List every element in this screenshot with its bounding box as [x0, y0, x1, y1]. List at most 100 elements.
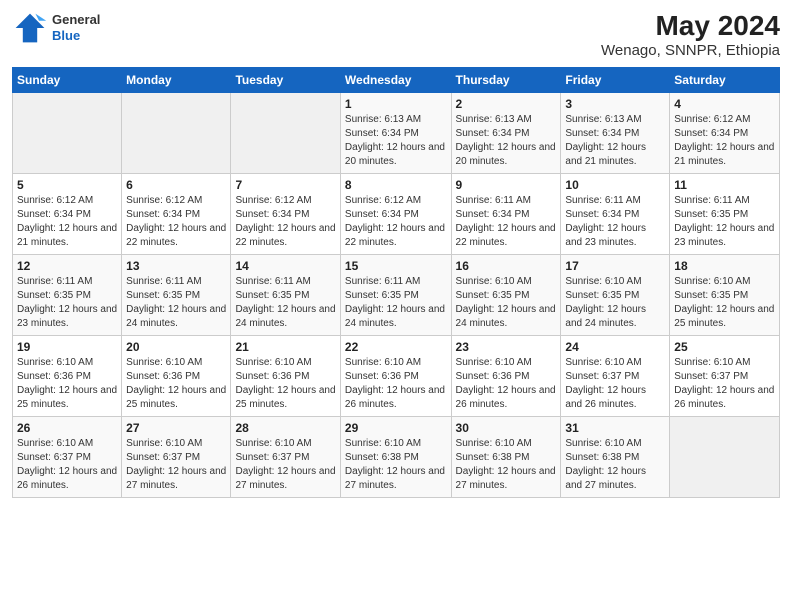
calendar-week-5: 26 Sunrise: 6:10 AMSunset: 6:37 PMDayligh…	[13, 417, 780, 498]
day-info: Sunrise: 6:10 AMSunset: 6:36 PMDaylight:…	[235, 356, 335, 412]
calendar-cell: 28 Sunrise: 6:10 AMSunset: 6:37 PMDayligh…	[231, 417, 340, 498]
day-number: 26	[17, 421, 117, 435]
day-number: 9	[456, 178, 557, 192]
calendar-table: SundayMondayTuesdayWednesdayThursdayFrid…	[12, 67, 780, 498]
day-number: 1	[345, 97, 447, 111]
calendar-cell: 12 Sunrise: 6:11 AMSunset: 6:35 PMDayligh…	[13, 255, 122, 336]
day-number: 4	[674, 97, 775, 111]
day-number: 30	[456, 421, 557, 435]
day-info: Sunrise: 6:12 AMSunset: 6:34 PMDaylight:…	[126, 194, 226, 250]
day-number: 16	[456, 259, 557, 273]
day-number: 27	[126, 421, 226, 435]
logo-icon	[12, 10, 48, 46]
calendar-cell: 16Sunrise: 6:10 AMSunset: 6:35 PMDayligh…	[451, 255, 561, 336]
calendar-cell: 25 Sunrise: 6:10 AMSunset: 6:37 PMDayligh…	[670, 336, 780, 417]
day-number: 31	[565, 421, 665, 435]
weekday-header-saturday: Saturday	[670, 68, 780, 93]
day-info: Sunrise: 6:11 AMSunset: 6:34 PMDaylight:…	[565, 194, 665, 250]
calendar-week-4: 19 Sunrise: 6:10 AMSunset: 6:36 PMDayligh…	[13, 336, 780, 417]
day-number: 15	[345, 259, 447, 273]
day-info: Sunrise: 6:10 AMSunset: 6:36 PMDaylight:…	[456, 356, 557, 412]
day-info: Sunrise: 6:11 AMSunset: 6:35 PMDaylight:…	[17, 275, 117, 331]
calendar-cell	[670, 417, 780, 498]
month-year-title: May 2024	[601, 10, 780, 42]
weekday-header-monday: Monday	[122, 68, 231, 93]
day-number: 24	[565, 340, 665, 354]
calendar-cell: 8 Sunrise: 6:12 AMSunset: 6:34 PMDaylight…	[340, 174, 451, 255]
calendar-cell: 2 Sunrise: 6:13 AMSunset: 6:34 PMDaylight…	[451, 93, 561, 174]
day-number: 28	[235, 421, 335, 435]
day-info: Sunrise: 6:11 AMSunset: 6:35 PMDaylight:…	[126, 275, 226, 331]
day-number: 14	[235, 259, 335, 273]
day-info: Sunrise: 6:10 AMSunset: 6:36 PMDaylight:…	[345, 356, 447, 412]
day-number: 21	[235, 340, 335, 354]
day-info: Sunrise: 6:12 AMSunset: 6:34 PMDaylight:…	[17, 194, 117, 250]
day-info: Sunrise: 6:10 AMSunset: 6:38 PMDaylight:…	[565, 437, 665, 493]
calendar-cell: 1Sunrise: 6:13 AMSunset: 6:34 PMDaylight…	[340, 93, 451, 174]
calendar-cell: 18 Sunrise: 6:10 AMSunset: 6:35 PMDayligh…	[670, 255, 780, 336]
day-number: 7	[235, 178, 335, 192]
calendar-cell: 17Sunrise: 6:10 AMSunset: 6:35 PMDayligh…	[561, 255, 670, 336]
weekday-header-thursday: Thursday	[451, 68, 561, 93]
day-info: Sunrise: 6:10 AMSunset: 6:37 PMDaylight:…	[674, 356, 775, 412]
calendar-cell: 15 Sunrise: 6:11 AMSunset: 6:35 PMDayligh…	[340, 255, 451, 336]
logo-general: General	[52, 12, 100, 28]
calendar-week-2: 5 Sunrise: 6:12 AMSunset: 6:34 PMDaylight…	[13, 174, 780, 255]
day-info: Sunrise: 6:10 AMSunset: 6:35 PMDaylight:…	[565, 275, 665, 331]
calendar-cell	[122, 93, 231, 174]
day-number: 5	[17, 178, 117, 192]
weekday-header-row: SundayMondayTuesdayWednesdayThursdayFrid…	[13, 68, 780, 93]
calendar-cell: 23 Sunrise: 6:10 AMSunset: 6:36 PMDayligh…	[451, 336, 561, 417]
day-number: 13	[126, 259, 226, 273]
day-info: Sunrise: 6:12 AMSunset: 6:34 PMDaylight:…	[235, 194, 335, 250]
day-info: Sunrise: 6:11 AMSunset: 6:35 PMDaylight:…	[235, 275, 335, 331]
day-number: 18	[674, 259, 775, 273]
logo: General Blue	[12, 10, 100, 46]
day-number: 11	[674, 178, 775, 192]
day-number: 22	[345, 340, 447, 354]
calendar-cell: 22 Sunrise: 6:10 AMSunset: 6:36 PMDayligh…	[340, 336, 451, 417]
day-number: 8	[345, 178, 447, 192]
day-info: Sunrise: 6:13 AMSunset: 6:34 PMDaylight:…	[456, 113, 557, 169]
day-number: 12	[17, 259, 117, 273]
calendar-cell: 19 Sunrise: 6:10 AMSunset: 6:36 PMDayligh…	[13, 336, 122, 417]
day-info: Sunrise: 6:10 AMSunset: 6:36 PMDaylight:…	[126, 356, 226, 412]
calendar-cell: 4Sunrise: 6:12 AMSunset: 6:34 PMDaylight…	[670, 93, 780, 174]
day-info: Sunrise: 6:10 AMSunset: 6:37 PMDaylight:…	[17, 437, 117, 493]
location-title: Wenago, SNNPR, Ethiopia	[601, 42, 780, 59]
day-number: 3	[565, 97, 665, 111]
calendar-cell: 14 Sunrise: 6:11 AMSunset: 6:35 PMDayligh…	[231, 255, 340, 336]
day-info: Sunrise: 6:12 AMSunset: 6:34 PMDaylight:…	[345, 194, 447, 250]
calendar-cell: 26 Sunrise: 6:10 AMSunset: 6:37 PMDayligh…	[13, 417, 122, 498]
day-number: 2	[456, 97, 557, 111]
calendar-cell	[13, 93, 122, 174]
day-info: Sunrise: 6:11 AMSunset: 6:35 PMDaylight:…	[674, 194, 775, 250]
day-number: 25	[674, 340, 775, 354]
day-info: Sunrise: 6:10 AMSunset: 6:37 PMDaylight:…	[235, 437, 335, 493]
day-number: 23	[456, 340, 557, 354]
day-info: Sunrise: 6:10 AMSunset: 6:37 PMDaylight:…	[565, 356, 665, 412]
logo-text: General Blue	[52, 12, 100, 43]
calendar-cell: 24 Sunrise: 6:10 AMSunset: 6:37 PMDayligh…	[561, 336, 670, 417]
calendar-header: SundayMondayTuesdayWednesdayThursdayFrid…	[13, 68, 780, 93]
calendar-cell: 13 Sunrise: 6:11 AMSunset: 6:35 PMDayligh…	[122, 255, 231, 336]
day-number: 20	[126, 340, 226, 354]
calendar-cell: 9Sunrise: 6:11 AMSunset: 6:34 PMDaylight…	[451, 174, 561, 255]
calendar-week-3: 12 Sunrise: 6:11 AMSunset: 6:35 PMDayligh…	[13, 255, 780, 336]
day-info: Sunrise: 6:11 AMSunset: 6:35 PMDaylight:…	[345, 275, 447, 331]
calendar-cell: 3 Sunrise: 6:13 AMSunset: 6:34 PMDaylight…	[561, 93, 670, 174]
calendar-cell: 21 Sunrise: 6:10 AMSunset: 6:36 PMDayligh…	[231, 336, 340, 417]
day-info: Sunrise: 6:13 AMSunset: 6:34 PMDaylight:…	[565, 113, 665, 169]
day-number: 19	[17, 340, 117, 354]
calendar-cell: 10 Sunrise: 6:11 AMSunset: 6:34 PMDayligh…	[561, 174, 670, 255]
day-number: 10	[565, 178, 665, 192]
weekday-header-tuesday: Tuesday	[231, 68, 340, 93]
day-info: Sunrise: 6:10 AMSunset: 6:38 PMDaylight:…	[456, 437, 557, 493]
day-info: Sunrise: 6:10 AMSunset: 6:35 PMDaylight:…	[674, 275, 775, 331]
day-info: Sunrise: 6:10 AMSunset: 6:36 PMDaylight:…	[17, 356, 117, 412]
calendar-cell: 7 Sunrise: 6:12 AMSunset: 6:34 PMDaylight…	[231, 174, 340, 255]
day-info: Sunrise: 6:10 AMSunset: 6:37 PMDaylight:…	[126, 437, 226, 493]
calendar-cell: 5 Sunrise: 6:12 AMSunset: 6:34 PMDaylight…	[13, 174, 122, 255]
page-header: General Blue May 2024 Wenago, SNNPR, Eth…	[12, 10, 780, 59]
day-number: 29	[345, 421, 447, 435]
